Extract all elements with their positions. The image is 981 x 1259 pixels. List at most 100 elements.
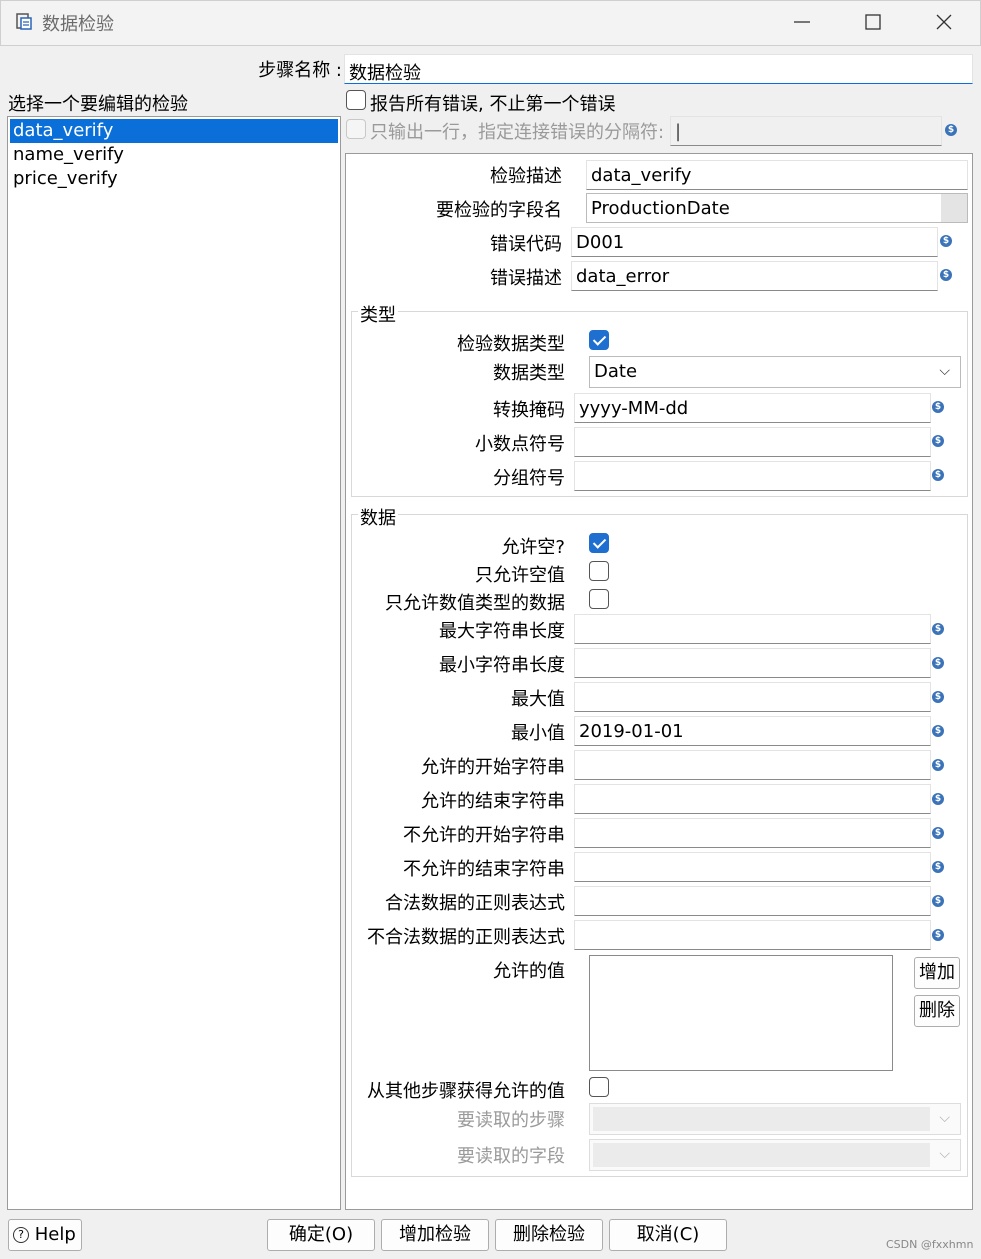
variable-icon[interactable]: $: [932, 725, 944, 737]
min-string-length-input[interactable]: [574, 648, 931, 678]
chevron-down-icon: ⌵: [939, 363, 950, 379]
read-step-select[interactable]: ⌵: [589, 1103, 961, 1135]
valid-regex-label: 合法数据的正则表达式: [385, 893, 565, 914]
type-group-title: 类型: [358, 301, 398, 327]
allowed-start-string-label: 允许的开始字符串: [421, 757, 565, 778]
help-icon: ?: [13, 1227, 29, 1243]
cancel-button[interactable]: 取消(C): [609, 1219, 727, 1251]
maximize-icon[interactable]: [853, 6, 893, 38]
grouping-symbol-input[interactable]: [574, 461, 931, 491]
field-name-combo[interactable]: ProductionDate: [586, 193, 968, 223]
check-type-label: 检验数据类型: [457, 334, 565, 355]
variable-icon[interactable]: $: [932, 401, 944, 413]
variable-icon[interactable]: $: [945, 124, 957, 136]
allowed-end-string-label: 允许的结束字符串: [421, 791, 565, 812]
delete-check-button[interactable]: 删除检验: [495, 1219, 603, 1251]
separator-input[interactable]: |: [670, 116, 942, 146]
field-name-label: 要检验的字段名: [436, 200, 562, 221]
variable-icon[interactable]: $: [940, 235, 952, 247]
variable-icon[interactable]: $: [932, 657, 944, 669]
chevron-down-icon: ⌵: [939, 1110, 950, 1126]
check-desc-label: 检验描述: [490, 166, 562, 187]
min-string-length-label: 最小字符串长度: [439, 655, 565, 676]
add-check-button[interactable]: 增加检验: [381, 1219, 489, 1251]
allow-null-checkbox[interactable]: [589, 533, 609, 553]
variable-icon[interactable]: $: [932, 435, 944, 447]
decimal-symbol-label: 小数点符号: [475, 434, 565, 455]
error-code-label: 错误代码: [490, 234, 562, 255]
single-row-checkbox[interactable]: [346, 119, 366, 139]
list-item[interactable]: name_verify: [10, 143, 338, 167]
only-null-label: 只允许空值: [475, 565, 565, 586]
variable-icon[interactable]: $: [932, 759, 944, 771]
check-list-header: 选择一个要编辑的检验: [8, 94, 188, 115]
max-value-input[interactable]: [574, 682, 931, 712]
only-numeric-checkbox[interactable]: [589, 589, 609, 609]
read-step-value: [593, 1107, 930, 1131]
error-desc-label: 错误描述: [490, 268, 562, 289]
max-string-length-label: 最大字符串长度: [439, 621, 565, 642]
from-other-step-label: 从其他步骤获得允许的值: [367, 1081, 565, 1102]
only-null-checkbox[interactable]: [589, 561, 609, 581]
invalid-regex-input[interactable]: [574, 920, 931, 950]
step-name-input[interactable]: 数据检验: [344, 54, 973, 84]
allowed-start-string-input[interactable]: [574, 750, 931, 780]
combo-button[interactable]: [941, 194, 967, 222]
step-name-label: 步骤名称 :: [258, 60, 342, 81]
valid-regex-input[interactable]: [574, 886, 931, 916]
variable-icon[interactable]: $: [932, 469, 944, 481]
variable-icon[interactable]: $: [932, 793, 944, 805]
variable-icon[interactable]: $: [932, 861, 944, 873]
disallowed-start-string-label: 不允许的开始字符串: [403, 825, 565, 846]
from-other-step-checkbox[interactable]: [589, 1077, 609, 1097]
allowed-values-label: 允许的值: [493, 961, 565, 982]
variable-icon[interactable]: $: [932, 827, 944, 839]
data-group-title: 数据: [358, 504, 398, 530]
help-button[interactable]: ? Help: [8, 1219, 82, 1251]
data-type-value: Date: [594, 361, 638, 382]
decimal-symbol-input[interactable]: [574, 427, 931, 457]
grouping-symbol-label: 分组符号: [493, 468, 565, 489]
conversion-mask-label: 转换掩码: [493, 400, 565, 421]
close-icon[interactable]: [924, 6, 964, 38]
check-desc-input[interactable]: data_verify: [586, 160, 968, 190]
chevron-down-icon: ⌵: [939, 1146, 950, 1162]
help-label: Help: [34, 1224, 76, 1245]
allowed-values-list[interactable]: [589, 955, 893, 1071]
read-field-select[interactable]: ⌵: [589, 1139, 961, 1171]
disallowed-end-string-input[interactable]: [574, 852, 931, 882]
min-value-label: 最小值: [511, 723, 565, 744]
data-type-select[interactable]: Date ⌵: [589, 356, 961, 388]
check-list[interactable]: data_verify name_verify price_verify: [7, 116, 341, 1210]
only-numeric-label: 只允许数值类型的数据: [385, 593, 565, 614]
disallowed-start-string-input[interactable]: [574, 818, 931, 848]
list-item[interactable]: price_verify: [10, 167, 338, 191]
conversion-mask-input[interactable]: yyyy-MM-dd: [574, 393, 931, 423]
max-value-label: 最大值: [511, 689, 565, 710]
add-value-button[interactable]: 增加: [914, 957, 960, 989]
variable-icon[interactable]: $: [932, 895, 944, 907]
variable-icon[interactable]: $: [932, 929, 944, 941]
allowed-end-string-input[interactable]: [574, 784, 931, 814]
report-all-checkbox[interactable]: [346, 90, 366, 110]
ok-button[interactable]: 确定(O): [267, 1219, 375, 1251]
read-field-label: 要读取的字段: [457, 1146, 565, 1167]
delete-value-button[interactable]: 删除: [914, 995, 960, 1027]
single-row-label: 只输出一行，指定连接错误的分隔符:: [370, 122, 665, 143]
allow-null-label: 允许空?: [501, 537, 565, 558]
error-code-input[interactable]: D001: [571, 227, 938, 257]
read-step-label: 要读取的步骤: [457, 1110, 565, 1131]
disallowed-end-string-label: 不允许的结束字符串: [403, 859, 565, 880]
error-desc-input[interactable]: data_error: [571, 261, 938, 291]
invalid-regex-label: 不合法数据的正则表达式: [367, 927, 565, 948]
max-string-length-input[interactable]: [574, 614, 931, 644]
check-type-checkbox[interactable]: [589, 330, 609, 350]
min-value-input[interactable]: 2019-01-01: [574, 716, 931, 746]
variable-icon[interactable]: $: [932, 691, 944, 703]
list-item[interactable]: data_verify: [10, 119, 338, 143]
read-field-value: [593, 1143, 930, 1167]
minimize-icon[interactable]: [782, 6, 822, 38]
watermark: CSDN @fxxhmn: [886, 1238, 974, 1251]
variable-icon[interactable]: $: [932, 623, 944, 635]
variable-icon[interactable]: $: [940, 269, 952, 281]
